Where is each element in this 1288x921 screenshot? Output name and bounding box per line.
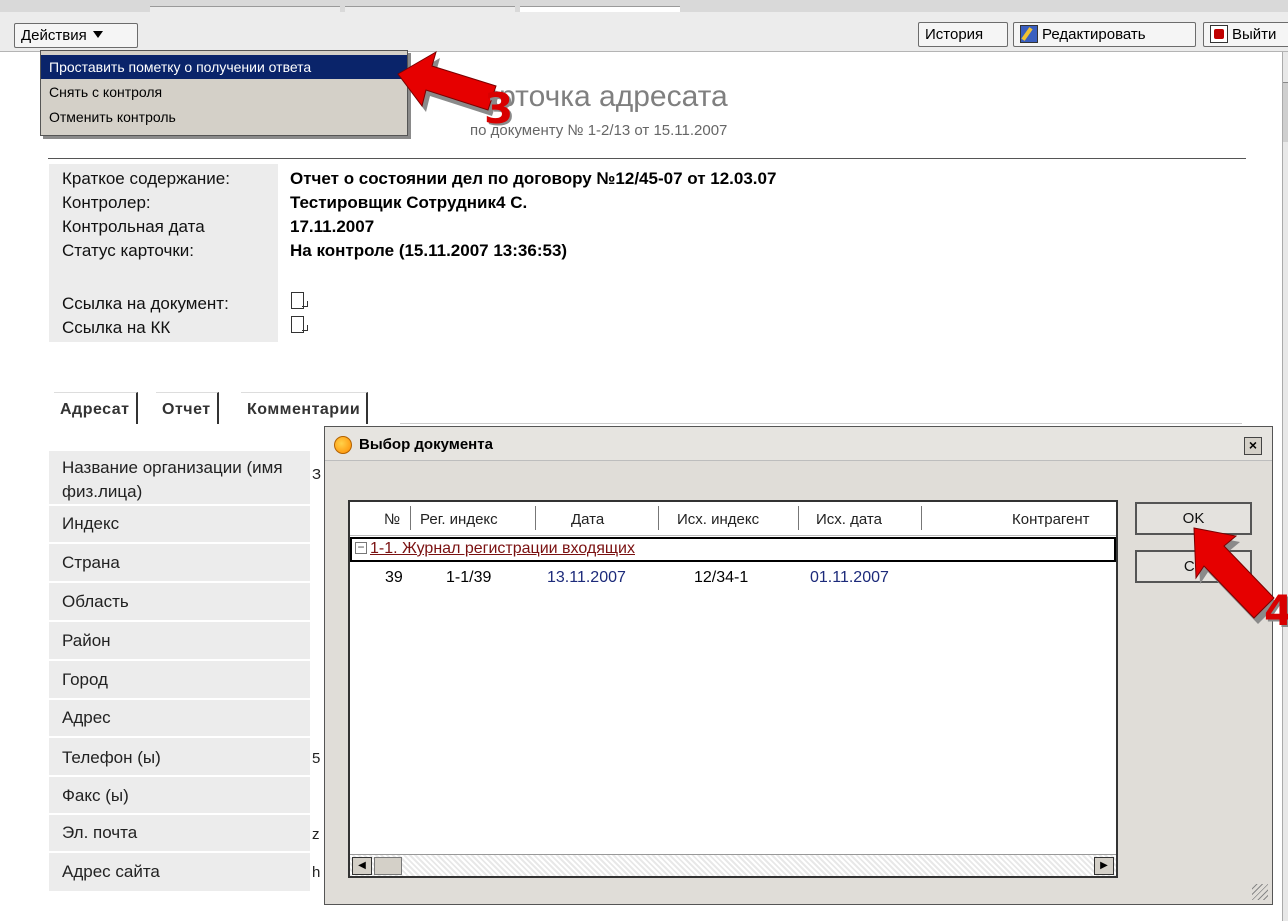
email-value[interactable]: z [312, 826, 320, 843]
phone-label: Телефон (ы) [62, 748, 161, 767]
annotation-step-4: 4 [1264, 586, 1288, 635]
column-separator[interactable] [798, 506, 799, 530]
email-label: Эл. почта [62, 823, 138, 842]
column-header-reg-index[interactable]: Рег. индекс [420, 511, 498, 528]
scroll-right-icon[interactable]: ▶ [1094, 857, 1114, 875]
top-strip [0, 0, 1288, 12]
pencil-icon [1020, 25, 1038, 43]
document-link-icon[interactable] [291, 316, 308, 333]
column-header-out-date[interactable]: Исх. дата [816, 511, 882, 528]
status-value: На контроле (15.11.2007 13:36:53) [290, 241, 568, 260]
tab-addressee[interactable]: Адресат [54, 392, 138, 424]
column-header-num[interactable]: № [384, 511, 400, 528]
exit-label: Выйти [1232, 26, 1277, 43]
chevron-down-icon [92, 31, 103, 38]
column-separator[interactable] [921, 506, 922, 530]
divider [48, 158, 1246, 159]
website-value[interactable]: h [312, 864, 320, 881]
doc-link-label: Ссылка на документ: [62, 294, 229, 313]
actions-menu-button[interactable]: Действия [14, 23, 138, 48]
tab-report[interactable]: Отчет [156, 392, 219, 424]
scrollbar-thumb[interactable] [1283, 82, 1288, 142]
index-label: Индекс [62, 514, 120, 533]
page-scrollbar[interactable] [1282, 52, 1288, 921]
select-document-dialog: Выбор документа × № Рег. индекс Дата Исх… [324, 426, 1273, 905]
edit-label: Редактировать [1042, 26, 1146, 43]
district-label: Район [62, 631, 111, 650]
column-header-date[interactable]: Дата [571, 511, 604, 528]
phone-value[interactable]: 5 [312, 750, 320, 767]
history-button[interactable]: История [918, 22, 1008, 47]
address-label: Адрес [62, 708, 111, 727]
tab-comments[interactable]: Комментарии [241, 392, 369, 424]
status-label: Статус карточки: [62, 241, 194, 260]
document-link-icon[interactable] [291, 292, 308, 309]
cell-out-index: 12/34-1 [694, 569, 749, 586]
dialog-title: Выбор документа [359, 436, 493, 453]
dialog-titlebar[interactable]: Выбор документа × [325, 427, 1272, 461]
column-header-counterparty[interactable]: Контрагент [1012, 511, 1090, 528]
scroll-left-icon[interactable]: ◀ [352, 857, 372, 875]
cell-reg-index: 1-1/39 [446, 569, 492, 586]
cell-date: 13.11.2007 [547, 569, 626, 586]
tab-underline [400, 423, 1242, 424]
edit-button[interactable]: Редактировать [1013, 22, 1196, 47]
cell-out-date: 01.11.2007 [810, 569, 889, 586]
grid-header: № Рег. индекс Дата Исх. индекс Исх. дата… [350, 502, 1116, 536]
collapse-icon[interactable]: − [355, 541, 367, 554]
globe-icon [334, 436, 352, 454]
org-name-value[interactable]: З [312, 466, 321, 483]
country-label: Страна [62, 553, 120, 572]
column-separator[interactable] [658, 506, 659, 530]
close-icon[interactable]: × [1244, 437, 1262, 455]
column-separator[interactable] [535, 506, 536, 530]
documents-grid: № Рег. индекс Дата Исх. индекс Исх. дата… [348, 500, 1118, 878]
column-separator[interactable] [410, 506, 411, 530]
city-label: Город [62, 670, 108, 689]
exit-button[interactable]: Выйти [1203, 22, 1288, 47]
menu-item-mark-response[interactable]: Проставить пометку о получении ответа [41, 55, 407, 79]
cell-num: 39 [385, 569, 403, 586]
menu-item-cancel-control[interactable]: Отменить контроль [41, 105, 407, 129]
annotation-step-3: 3 [484, 84, 514, 133]
summary-label: Краткое содержание: [62, 169, 230, 188]
scrollbar-thumb[interactable] [374, 857, 402, 875]
controller-value: Тестировщик Сотрудник4 С. [290, 193, 528, 212]
resize-grip-icon[interactable] [1252, 884, 1268, 900]
exit-icon [1210, 25, 1228, 43]
group-label: 1-1. Журнал регистрации входящих [370, 540, 635, 557]
actions-dropdown-menu: Проставить пометку о получении ответа Сн… [40, 50, 408, 136]
column-header-out-index[interactable]: Исх. индекс [677, 511, 759, 528]
horizontal-scrollbar[interactable]: ◀ ▶ [350, 854, 1116, 876]
org-name-label: Название организации (имя физ.лица) [62, 458, 283, 501]
control-date-value: 17.11.2007 [290, 217, 375, 236]
summary-value: Отчет о состоянии дел по договору №12/45… [290, 169, 777, 188]
toolbar: Действия История Редактировать Выйти [0, 12, 1288, 52]
history-label: История [925, 26, 984, 43]
menu-item-remove-control[interactable]: Снять с контроля [41, 80, 407, 104]
group-row[interactable]: − 1-1. Журнал регистрации входящих [350, 537, 1116, 562]
kk-link-label: Ссылка на КК [62, 318, 171, 337]
website-label: Адрес сайта [62, 862, 160, 881]
control-date-label: Контрольная дата [62, 217, 205, 236]
actions-label: Действия [21, 27, 87, 44]
fax-label: Факс (ы) [62, 786, 129, 805]
controller-label: Контролер: [62, 193, 151, 212]
region-label: Область [62, 592, 129, 611]
